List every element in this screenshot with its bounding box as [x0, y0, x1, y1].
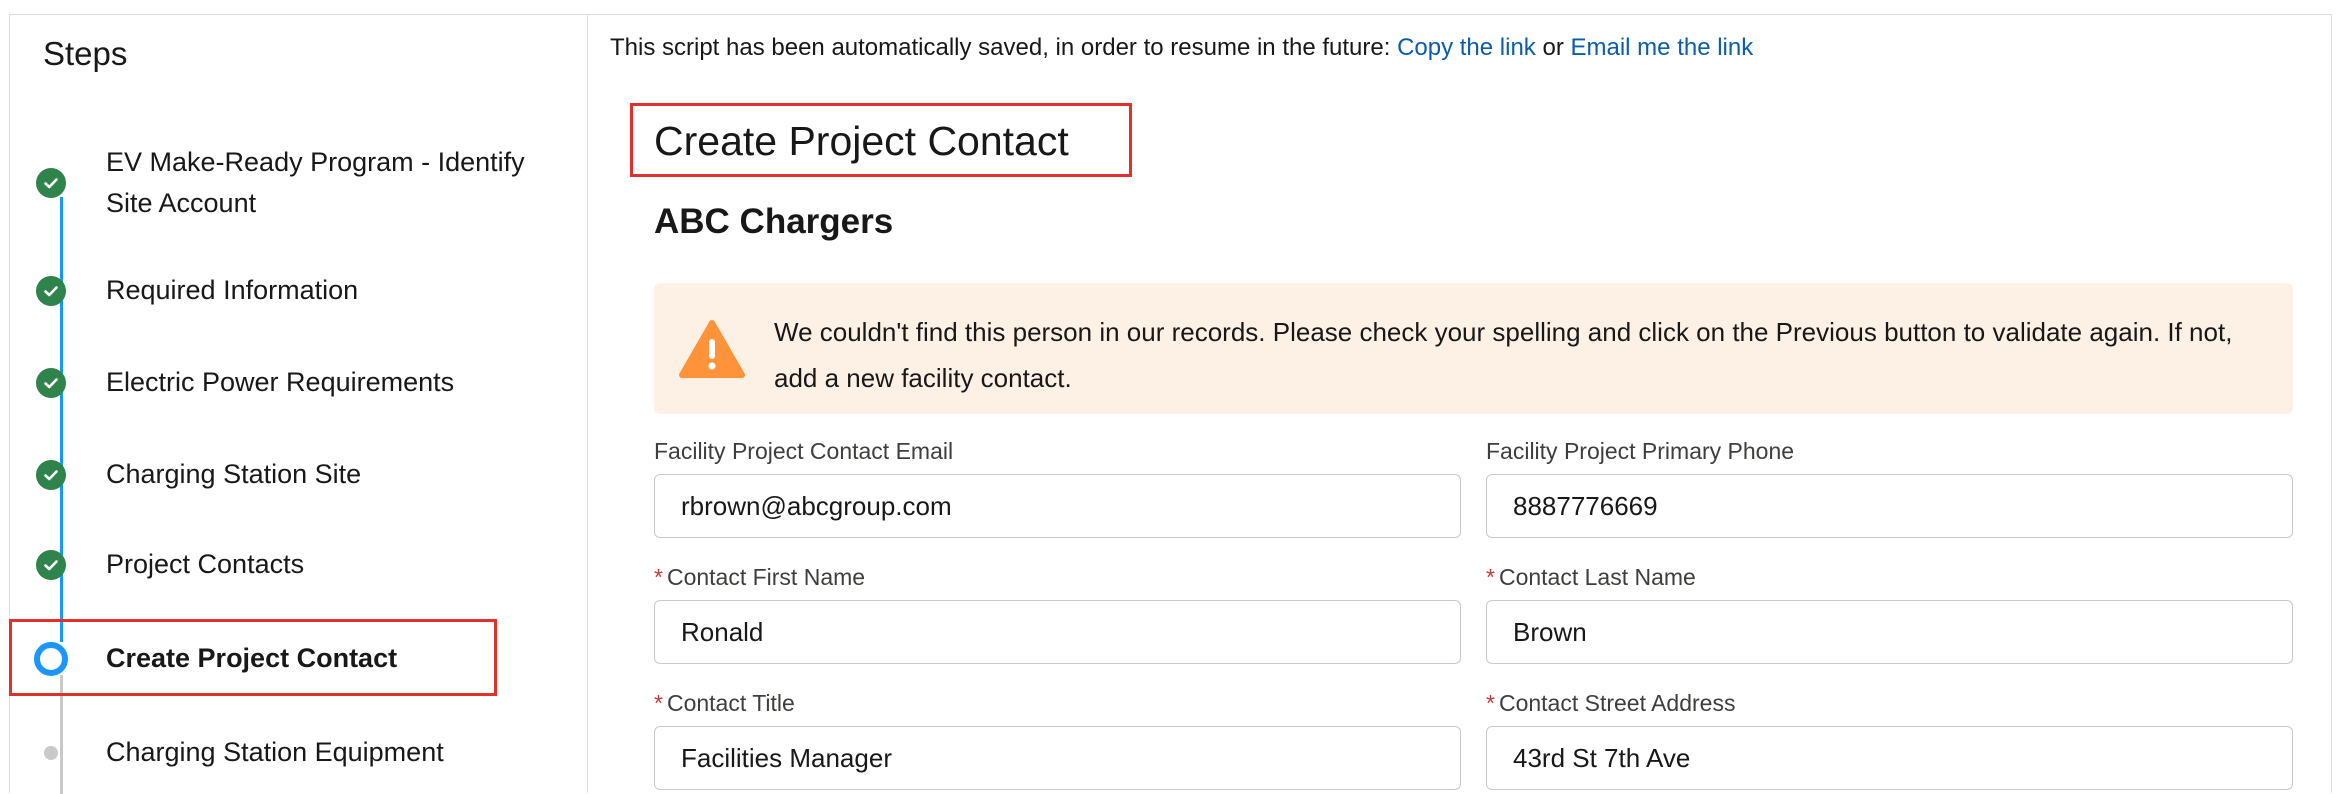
steps-title: Steps	[43, 35, 128, 72]
autosave-text: This script has been automatically saved…	[610, 34, 1398, 61]
contact-title-field[interactable]	[654, 726, 1461, 790]
email-field[interactable]	[654, 474, 1461, 538]
last-name-label: * Contact Last Name	[1486, 564, 1696, 590]
street-label: * Contact Street Address	[1486, 690, 1736, 716]
step-electric-power-requirements[interactable]: Electric Power Requirements	[36, 362, 454, 403]
step-charging-station-equipment[interactable]: Charging Station Equipment	[36, 732, 444, 773]
step-label: EV Make-Ready Program - Identify Site Ac…	[106, 147, 525, 218]
email-label: Facility Project Contact Email	[654, 438, 954, 464]
required-marker: *	[654, 690, 663, 716]
step-identify-site-account[interactable]: EV Make-Ready Program - Identify Site Ac…	[36, 142, 546, 224]
phone-label: Facility Project Primary Phone	[1486, 438, 1795, 464]
required-marker: *	[1486, 690, 1495, 716]
first-name-field[interactable]	[654, 600, 1461, 664]
step-label: Required Information	[106, 275, 359, 305]
check-icon	[36, 168, 66, 198]
autosave-separator: or	[1535, 34, 1571, 61]
check-icon	[36, 549, 66, 580]
warning-alert: We couldn't find this person in our reco…	[654, 283, 2293, 414]
step-label: Electric Power Requirements	[106, 367, 455, 397]
check-icon	[36, 459, 66, 490]
autosave-message: This script has been automatically saved…	[610, 34, 1753, 62]
title-label: * Contact Title	[654, 690, 795, 716]
step-label: Charging Station Equipment	[106, 737, 444, 767]
upcoming-step-icon	[44, 745, 58, 760]
warning-icon	[679, 319, 745, 384]
current-step-highlight	[9, 619, 497, 696]
required-marker: *	[654, 564, 663, 590]
last-name-field[interactable]	[1486, 600, 2293, 664]
step-project-contacts[interactable]: Project Contacts	[36, 544, 304, 585]
step-required-information[interactable]: Required Information	[36, 270, 358, 311]
warning-text: We couldn't find this person in our reco…	[774, 317, 2233, 393]
page-title: Create Project Contact	[654, 118, 1069, 164]
organization-name: ABC Chargers	[654, 202, 894, 241]
first-name-label: * Contact First Name	[654, 564, 866, 590]
step-charging-station-site[interactable]: Charging Station Site	[36, 454, 361, 495]
street-address-field[interactable]	[1486, 726, 2293, 790]
required-marker: *	[1486, 564, 1495, 590]
step-label: Charging Station Site	[106, 459, 362, 489]
email-link[interactable]: Email me the link	[1571, 34, 1754, 61]
step-label: Project Contacts	[106, 549, 305, 579]
copy-link[interactable]: Copy the link	[1397, 34, 1536, 61]
check-icon	[36, 275, 66, 306]
phone-field[interactable]	[1486, 474, 2293, 538]
check-icon	[36, 367, 66, 398]
